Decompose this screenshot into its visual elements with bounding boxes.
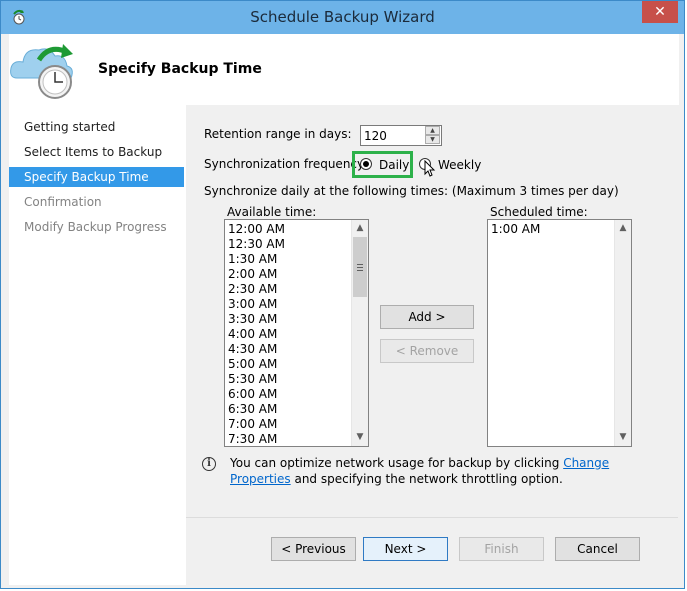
close-button[interactable]: ✕ xyxy=(642,1,678,23)
available-time-label: Available time: xyxy=(227,205,317,219)
available-list-scrollbar[interactable]: ▲ ▼ xyxy=(351,220,368,446)
nav-step-specify-backup-time[interactable]: Specify Backup Time xyxy=(9,167,184,187)
spin-up-button[interactable]: ▲ xyxy=(425,126,440,135)
title-bar[interactable]: Schedule Backup Wizard ✕ xyxy=(1,1,684,34)
info-text-before: You can optimize network usage for backu… xyxy=(230,456,564,470)
daily-radio[interactable] xyxy=(360,158,372,170)
weekly-radio-label[interactable]: Weekly xyxy=(438,158,481,172)
window-title: Schedule Backup Wizard xyxy=(250,8,435,26)
daily-radio-label[interactable]: Daily xyxy=(379,158,409,172)
scroll-thumb[interactable] xyxy=(353,237,367,297)
retention-spinner[interactable]: ▲ ▼ xyxy=(360,125,442,146)
list-item[interactable]: 6:00 AM xyxy=(228,387,277,401)
list-item[interactable]: 7:00 AM xyxy=(228,417,277,431)
spin-down-button[interactable]: ▼ xyxy=(425,135,440,144)
scroll-down-icon[interactable]: ▼ xyxy=(615,429,631,446)
grip-line xyxy=(357,264,363,265)
list-item[interactable]: 1:00 AM xyxy=(491,222,540,236)
nav-step-select-items[interactable]: Select Items to Backup xyxy=(9,142,184,162)
scheduled-time-list[interactable]: 1:00 AM ▲ ▼ xyxy=(487,219,632,447)
info-text-after: and specifying the network throttling op… xyxy=(290,472,563,486)
list-item[interactable]: 4:00 AM xyxy=(228,327,277,341)
grip-line xyxy=(357,270,363,271)
grip-line xyxy=(357,267,363,268)
available-time-list[interactable]: 12:00 AM 12:30 AM 1:30 AM 2:00 AM 2:30 A… xyxy=(224,219,369,447)
list-item[interactable]: 2:30 AM xyxy=(228,282,277,296)
add-button[interactable]: Add > xyxy=(380,305,474,329)
list-item[interactable]: 12:00 AM xyxy=(228,222,285,236)
list-item[interactable]: 5:00 AM xyxy=(228,357,277,371)
sync-times-label: Synchronize daily at the following times… xyxy=(204,184,619,198)
retention-label: Retention range in days: xyxy=(204,127,352,141)
sync-frequency-label: Synchronization frequency: xyxy=(204,157,368,171)
finish-button: Finish xyxy=(459,537,544,561)
scheduled-time-label: Scheduled time: xyxy=(490,205,588,219)
list-item[interactable]: 4:30 AM xyxy=(228,342,277,356)
page-title: Specify Backup Time xyxy=(98,61,262,77)
scheduled-list-scrollbar[interactable]: ▲ ▼ xyxy=(614,220,631,446)
list-item[interactable]: 2:00 AM xyxy=(228,267,277,281)
list-item[interactable]: 7:30 AM xyxy=(228,432,277,446)
list-item[interactable]: 6:30 AM xyxy=(228,402,277,416)
next-button[interactable]: Next > xyxy=(363,537,448,561)
nav-step-confirmation: Confirmation xyxy=(24,195,102,209)
scroll-up-icon[interactable]: ▲ xyxy=(615,220,631,237)
scroll-up-icon[interactable]: ▲ xyxy=(352,220,368,237)
info-icon: i xyxy=(202,457,216,471)
mouse-cursor-icon xyxy=(424,160,436,177)
list-item[interactable]: 3:00 AM xyxy=(228,297,277,311)
remove-button: < Remove xyxy=(380,339,474,363)
nav-step-getting-started[interactable]: Getting started xyxy=(9,117,184,137)
list-item[interactable]: 3:30 AM xyxy=(228,312,277,326)
info-message: You can optimize network usage for backu… xyxy=(230,455,660,487)
list-item[interactable]: 5:30 AM xyxy=(228,372,277,386)
cancel-button[interactable]: Cancel xyxy=(555,537,640,561)
retention-input[interactable] xyxy=(361,126,428,145)
list-item[interactable]: 12:30 AM xyxy=(228,237,285,251)
scroll-down-icon[interactable]: ▼ xyxy=(352,429,368,446)
wizard-header: Specify Backup Time xyxy=(9,34,679,105)
backup-clock-icon xyxy=(10,44,73,99)
radio-selected-dot xyxy=(363,161,369,167)
previous-button[interactable]: < Previous xyxy=(271,537,356,561)
wizard-steps-nav: Getting started Select Items to Backup S… xyxy=(9,105,186,585)
list-item[interactable]: 1:30 AM xyxy=(228,252,277,266)
nav-step-modify-progress: Modify Backup Progress xyxy=(24,220,167,234)
